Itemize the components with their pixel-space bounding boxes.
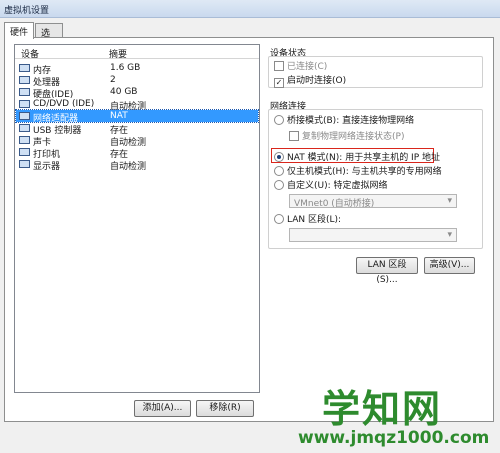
network-adapter-icon <box>19 112 30 120</box>
device-name: 显示器 <box>33 162 61 172</box>
lan-segment-radio[interactable]: LAN 区段(L): <box>274 212 341 225</box>
custom-network-radio[interactable]: 自定义(U): 特定虚拟网络 <box>274 178 388 191</box>
processor-icon <box>19 76 30 84</box>
connected-checkbox[interactable]: 已连接(C) <box>274 59 327 72</box>
device-summary: 自动检测 <box>110 162 147 172</box>
bridged-radio[interactable]: 桥接模式(B): 直接连接物理网络 <box>274 113 414 126</box>
bridged-label: 桥接模式(B): 直接连接物理网络 <box>287 116 415 126</box>
device-name: CD/DVD (IDE) <box>33 99 95 109</box>
device-summary: NAT <box>110 111 128 121</box>
device-list-header: 设备 摘要 <box>15 45 259 60</box>
device-summary: 2 <box>110 75 116 85</box>
radio-off-icon <box>274 166 284 176</box>
window-titlebar: 虚拟机设置 <box>0 0 500 18</box>
replicate-state-checkbox[interactable]: 复制物理网络连接状态(P) <box>289 129 404 142</box>
checkmark-icon: ✓ <box>274 78 284 88</box>
device-row-network-adapter[interactable]: 网络适配器 NAT <box>15 109 259 124</box>
vmnet-select[interactable]: VMnet0 (自动桥接) ▾ <box>289 194 457 209</box>
radio-off-icon <box>274 180 284 190</box>
device-row-printer[interactable]: 打印机 存在 <box>16 146 258 160</box>
chevron-down-icon: ▾ <box>447 196 452 206</box>
radio-on-icon <box>274 152 284 162</box>
device-row-display[interactable]: 显示器 自动检测 <box>16 158 258 172</box>
display-icon <box>19 160 30 168</box>
checkbox-unchecked-icon <box>274 61 284 71</box>
device-summary: 40 GB <box>110 87 138 97</box>
watermark-url: www.jmqz1000.com <box>298 428 490 448</box>
device-row-memory[interactable]: 内存 1.6 GB <box>16 62 258 76</box>
replicate-state-label: 复制物理网络连接状态(P) <box>302 132 405 142</box>
connect-at-power-on-checkbox[interactable]: ✓ 启动时连接(O) <box>274 73 346 88</box>
printer-icon <box>19 148 30 156</box>
window-title: 虚拟机设置 <box>4 6 50 16</box>
connected-label: 已连接(C) <box>287 62 328 72</box>
memory-icon <box>19 64 30 72</box>
nat-label: NAT 模式(N): 用于共享主机的 IP 地址 <box>287 153 441 163</box>
custom-network-label: 自定义(U): 特定虚拟网络 <box>287 181 388 191</box>
advanced-button[interactable]: 高级(V)... <box>424 257 475 274</box>
lan-segment-label: LAN 区段(L): <box>287 215 342 225</box>
nat-radio[interactable]: NAT 模式(N): 用于共享主机的 IP 地址 <box>274 150 440 163</box>
add-device-button[interactable]: 添加(A)... <box>134 400 191 417</box>
sound-card-icon <box>19 136 30 144</box>
radio-off-icon <box>274 214 284 224</box>
device-row-sound-card[interactable]: 声卡 自动检测 <box>16 134 258 148</box>
chevron-down-icon: ▾ <box>447 230 452 240</box>
vmnet-select-value: VMnet0 (自动桥接) <box>294 199 375 209</box>
hard-disk-icon <box>19 88 30 96</box>
device-row-usb-controller[interactable]: USB 控制器 存在 <box>16 122 258 136</box>
tab-hardware[interactable]: 硬件 <box>4 22 34 39</box>
column-header-device[interactable]: 设备 <box>21 47 39 60</box>
connect-at-power-on-label: 启动时连接(O) <box>287 76 347 86</box>
cd-dvd-icon <box>19 100 30 108</box>
device-row-hard-disk[interactable]: 硬盘(IDE) 40 GB <box>16 86 258 100</box>
column-header-summary[interactable]: 摘要 <box>109 47 127 60</box>
device-summary: 1.6 GB <box>110 63 141 73</box>
lan-segment-select[interactable]: ▾ <box>289 228 457 242</box>
radio-off-icon <box>274 115 284 125</box>
device-list[interactable]: 设备 摘要 内存 1.6 GB 处理器 2 硬盘(IDE) 40 GB CD/D… <box>14 44 260 393</box>
device-row-cd-dvd[interactable]: CD/DVD (IDE) 自动检测 <box>16 98 258 112</box>
usb-controller-icon <box>19 124 30 132</box>
host-only-label: 仅主机模式(H): 与主机共享的专用网络 <box>287 167 442 177</box>
device-row-processor[interactable]: 处理器 2 <box>16 74 258 88</box>
checkbox-unchecked-icon <box>289 131 299 141</box>
watermark-logo: 学知网 <box>322 387 443 431</box>
lan-segments-button[interactable]: LAN 区段(S)... <box>356 257 418 285</box>
host-only-radio[interactable]: 仅主机模式(H): 与主机共享的专用网络 <box>274 164 442 177</box>
remove-device-button[interactable]: 移除(R) <box>196 400 254 417</box>
